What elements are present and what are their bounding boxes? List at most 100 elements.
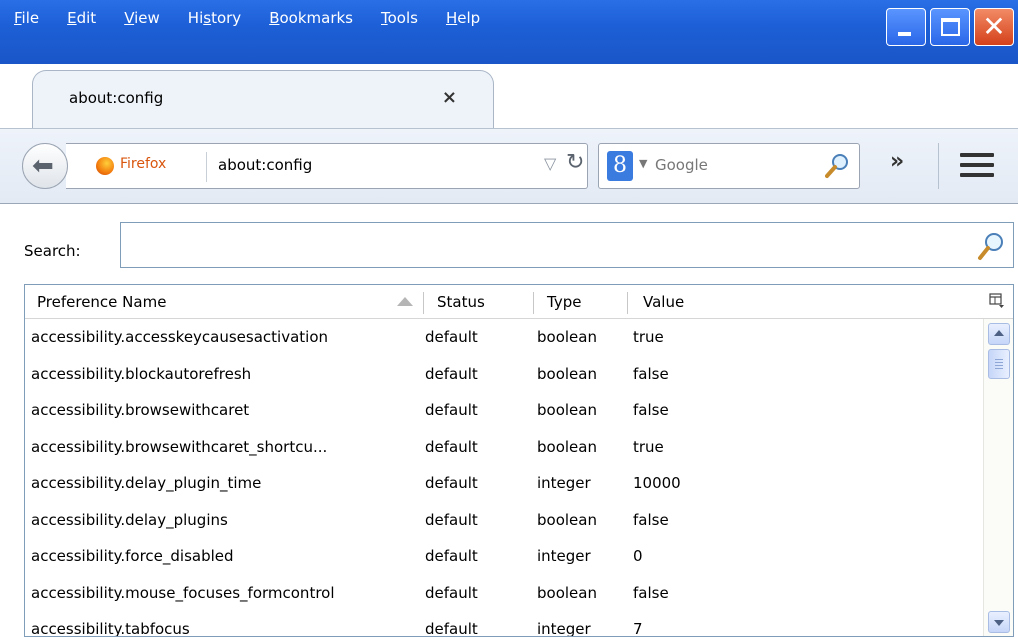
scroll-up-button[interactable] <box>988 323 1010 345</box>
table-row[interactable]: accessibility.tabfocus default integer 7 <box>25 611 977 637</box>
pref-name: accessibility.blockautorefresh <box>31 364 252 383</box>
pref-type: boolean <box>537 401 597 419</box>
maximize-button[interactable] <box>930 8 970 46</box>
search-engine-dropdown-icon[interactable]: ▼ <box>639 157 647 170</box>
reload-icon[interactable]: ↻ <box>566 150 584 175</box>
pref-status: default <box>425 510 478 529</box>
table-row[interactable]: accessibility.browsewithcaret_shortcu...… <box>25 429 977 466</box>
url-text[interactable]: about:config <box>218 156 312 174</box>
pref-value: false <box>633 401 669 419</box>
pref-value: 10000 <box>633 474 681 492</box>
column-splitter[interactable] <box>423 292 424 314</box>
pref-type: integer <box>537 474 591 492</box>
pref-name: accessibility.accesskeycausesactivation <box>31 328 329 346</box>
menu-bookmarks[interactable]: Bookmarks <box>269 0 353 36</box>
pref-type: boolean <box>537 328 597 346</box>
column-splitter[interactable] <box>533 292 534 314</box>
close-icon: ✕ <box>982 10 1006 43</box>
identity-label[interactable]: Firefox <box>120 156 166 172</box>
tab-title: about:config <box>69 89 164 107</box>
pref-value: false <box>633 583 669 602</box>
pref-name: accessibility.tabfocus <box>31 620 190 637</box>
pref-type: boolean <box>537 583 597 602</box>
pref-type: boolean <box>537 364 597 383</box>
table-row[interactable]: accessibility.delay_plugins default bool… <box>25 502 977 539</box>
pref-name: accessibility.browsewithcaret_shortcu... <box>31 437 328 456</box>
column-splitter[interactable] <box>627 292 628 314</box>
firefox-logo-icon <box>96 157 114 175</box>
table-row[interactable]: accessibility.accesskeycausesactivation … <box>25 319 977 356</box>
pref-value: true <box>633 328 664 346</box>
url-bar[interactable]: Firefox about:config ▽ ↻ <box>66 143 588 189</box>
window-controls: ✕ <box>886 8 1014 46</box>
pref-type: boolean <box>537 437 597 456</box>
pref-status: default <box>425 437 478 456</box>
tab-about-config[interactable]: about:config × <box>32 70 494 128</box>
menu-history[interactable]: History <box>188 0 241 36</box>
menu-view[interactable]: View <box>124 0 160 36</box>
preferences-table: Preference Name Status Type Value access… <box>24 284 1014 637</box>
menu-file[interactable]: File <box>14 0 39 36</box>
new-tab-button[interactable]: + <box>500 82 525 112</box>
url-dropdown-icon[interactable]: ▽ <box>544 154 556 173</box>
table-header: Preference Name Status Type Value <box>25 285 1013 319</box>
tab-close-icon[interactable]: × <box>442 87 457 108</box>
pref-type: boolean <box>537 510 597 529</box>
table-row[interactable]: accessibility.mouse_focuses_formcontrol … <box>25 575 977 612</box>
pref-status: default <box>425 364 478 383</box>
pref-name: accessibility.delay_plugin_time <box>31 474 262 492</box>
pref-value: 0 <box>633 547 643 565</box>
pref-name: accessibility.force_disabled <box>31 547 234 565</box>
pref-value: true <box>633 437 664 456</box>
pref-name: accessibility.mouse_focuses_formcontrol <box>31 583 335 602</box>
pref-name: accessibility.browsewithcaret <box>31 401 250 419</box>
pref-status: default <box>425 583 478 602</box>
back-arrow-icon: ⬅ <box>32 151 54 181</box>
maximize-icon <box>941 18 960 36</box>
url-separator <box>206 152 207 182</box>
menu-tools[interactable]: Tools <box>381 0 418 36</box>
table-row[interactable]: accessibility.force_disabled default int… <box>25 538 977 575</box>
vertical-scrollbar[interactable] <box>983 319 1013 636</box>
search-bar[interactable]: 8 ▼ Google <box>598 143 860 189</box>
minimize-button[interactable] <box>886 8 926 46</box>
pref-status: default <box>425 328 478 346</box>
search-engine-icon[interactable]: 8 <box>607 151 633 181</box>
pref-value: false <box>633 510 669 529</box>
column-preference-name[interactable]: Preference Name <box>37 285 166 319</box>
chevron-up-icon <box>994 330 1004 336</box>
pref-status: default <box>425 401 478 419</box>
table-row[interactable]: accessibility.browsewithcaret default bo… <box>25 392 977 429</box>
menu-help[interactable]: Help <box>446 0 480 36</box>
search-label: Search: <box>24 242 81 260</box>
close-window-button[interactable]: ✕ <box>974 8 1014 46</box>
pref-value: 7 <box>633 620 643 637</box>
column-picker-icon[interactable] <box>989 293 1005 309</box>
pref-type: integer <box>537 547 591 565</box>
pref-name: accessibility.delay_plugins <box>31 510 228 529</box>
pref-value: false <box>633 364 669 383</box>
magnifier-icon[interactable] <box>825 153 849 179</box>
table-row[interactable]: accessibility.blockautorefresh default b… <box>25 356 977 393</box>
table-row[interactable]: accessibility.delay_plugin_time default … <box>25 465 977 502</box>
table-rows: accessibility.accesskeycausesactivation … <box>25 319 977 637</box>
toolbar-separator <box>938 143 939 189</box>
config-page: Search: Preference Name Status Type Valu… <box>0 204 1018 639</box>
column-type[interactable]: Type <box>547 285 581 319</box>
pref-status: default <box>425 474 478 492</box>
scroll-down-button[interactable] <box>988 611 1010 633</box>
config-search-input[interactable] <box>120 222 1014 268</box>
column-status[interactable]: Status <box>437 285 485 319</box>
search-icon <box>978 233 1003 260</box>
back-button[interactable]: ⬅ <box>22 143 68 189</box>
search-engine-name: Google <box>655 156 708 174</box>
menu-hamburger-button[interactable] <box>960 153 994 183</box>
menu-edit[interactable]: Edit <box>67 0 96 36</box>
minimize-icon <box>898 32 911 36</box>
chevron-down-icon <box>994 620 1004 626</box>
scrollbar-thumb[interactable] <box>988 349 1010 379</box>
navigation-toolbar: Firefox about:config ▽ ↻ ⬅ 8 ▼ Google » <box>0 128 1018 204</box>
pref-status: default <box>425 620 478 637</box>
overflow-chevron-button[interactable]: » <box>890 149 904 174</box>
column-value[interactable]: Value <box>643 285 684 319</box>
